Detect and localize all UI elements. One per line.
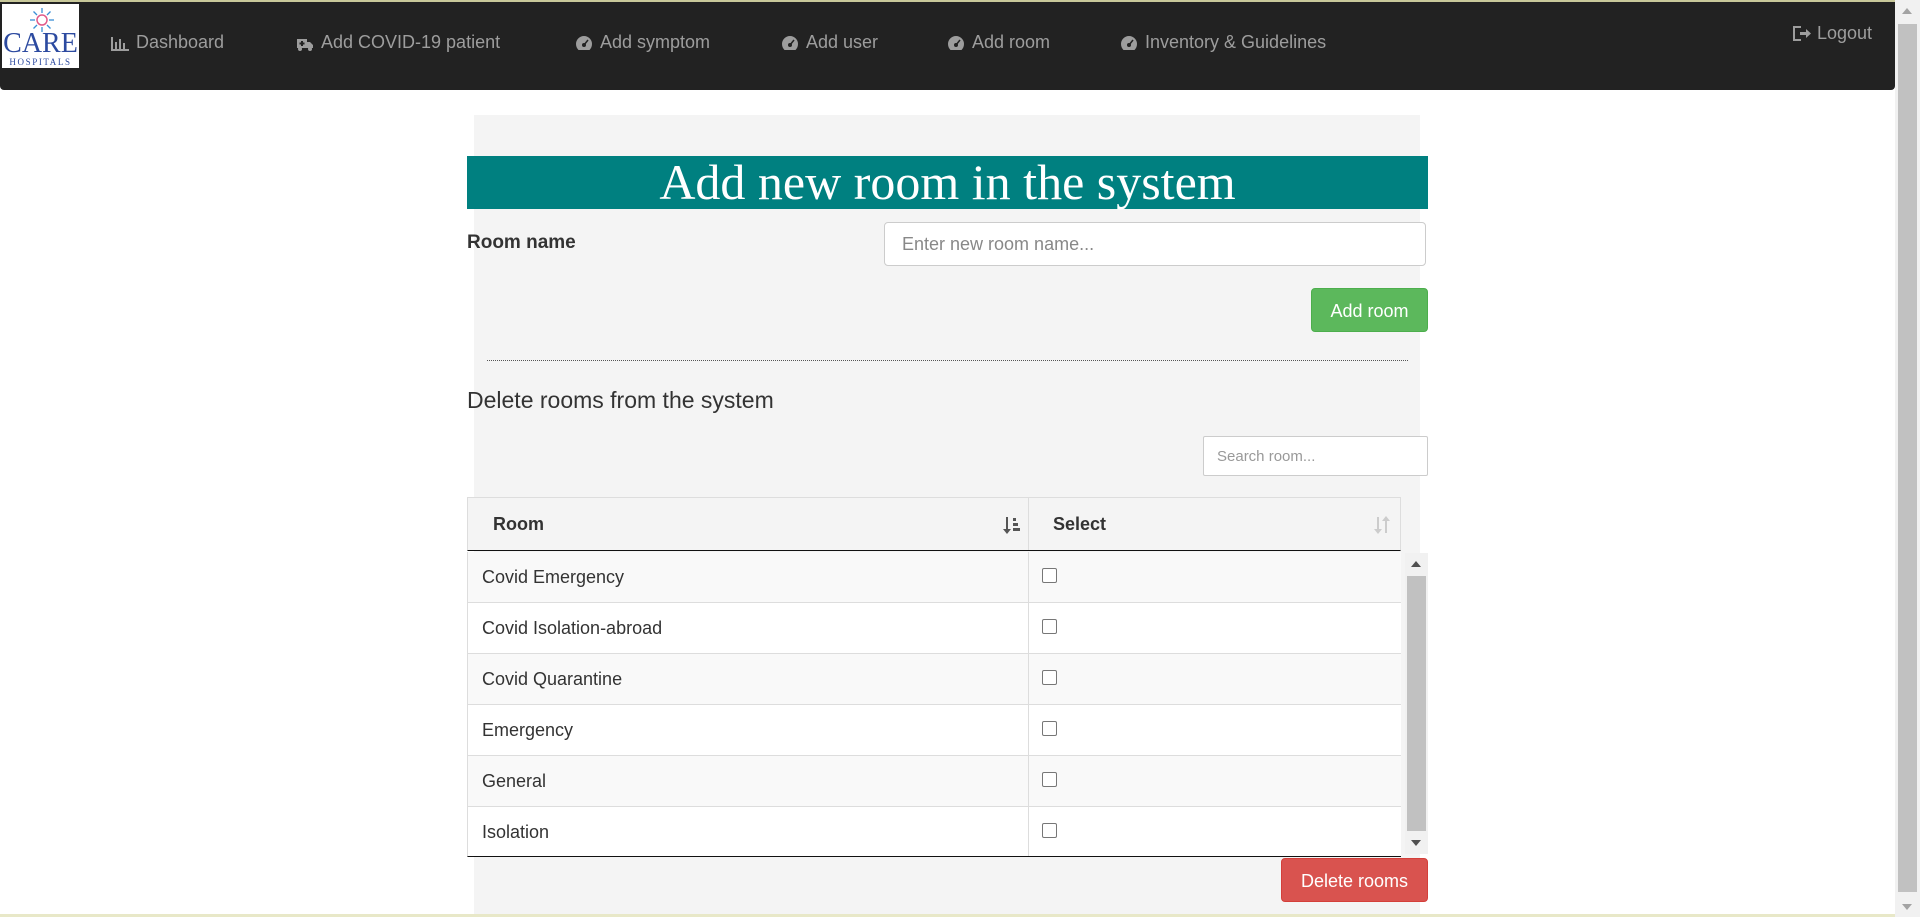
table-scrollbar[interactable] <box>1405 553 1428 854</box>
top-navbar: CARE HOSPITALS Dashboard Add COVID-19 pa… <box>0 0 1895 90</box>
nav-add-covid-patient[interactable]: Add COVID-19 patient <box>296 32 500 53</box>
scroll-down-arrow-icon[interactable] <box>1411 840 1421 846</box>
sort-ascending-icon[interactable] <box>1002 516 1022 534</box>
rooms-table-header: Room Select <box>467 497 1401 551</box>
nav-add-user-label: Add user <box>806 32 879 52</box>
nav-dashboard[interactable]: Dashboard <box>111 32 224 53</box>
rooms-table-body: Covid Emergency Covid Isolation-abroad C… <box>467 552 1401 857</box>
table-scrollbar-thumb[interactable] <box>1407 576 1426 831</box>
room-name-cell: Covid Emergency <box>482 567 625 587</box>
nav-add-symptom-label: Add symptom <box>600 32 711 52</box>
nav-inventory-guidelines[interactable]: Inventory & Guidelines <box>1120 32 1326 53</box>
bar-chart-icon <box>111 36 129 51</box>
column-separator <box>1028 498 1029 550</box>
page-title: Add new room in the system <box>467 156 1428 209</box>
column-separator <box>1028 603 1029 653</box>
table-row: Covid Isolation-abroad <box>468 603 1401 654</box>
column-header-room[interactable]: Room <box>493 498 544 550</box>
scroll-up-arrow-icon[interactable] <box>1411 561 1421 567</box>
column-separator <box>1028 552 1029 602</box>
dashboard-gauge-icon <box>1121 35 1137 50</box>
section-divider <box>487 360 1408 361</box>
dashboard-gauge-icon <box>782 35 798 50</box>
search-room-input[interactable] <box>1203 436 1428 476</box>
nav-add-covid-patient-label: Add COVID-19 patient <box>321 32 501 52</box>
logout-link[interactable]: Logout <box>1792 23 1872 44</box>
page-scroll-down-icon[interactable] <box>1902 904 1912 910</box>
select-room-checkbox[interactable] <box>1042 670 1057 685</box>
table-row: General <box>468 756 1401 807</box>
page-scrollbar-thumb[interactable] <box>1898 24 1917 892</box>
column-separator <box>1028 654 1029 704</box>
logout-icon <box>1793 26 1811 41</box>
page-scrollbar[interactable] <box>1895 0 1920 917</box>
select-room-checkbox[interactable] <box>1042 772 1057 787</box>
room-name-cell: General <box>482 771 547 791</box>
dashboard-gauge-icon <box>948 35 964 50</box>
column-header-select[interactable]: Select <box>1053 498 1106 550</box>
table-row: Emergency <box>468 705 1401 756</box>
nav-add-symptom[interactable]: Add symptom <box>575 32 710 53</box>
ambulance-icon <box>297 38 313 51</box>
room-name-cell: Covid Isolation-abroad <box>482 618 663 638</box>
nav-dashboard-label: Dashboard <box>136 32 225 52</box>
dashboard-gauge-icon <box>576 35 592 50</box>
table-row: Isolation <box>468 807 1401 856</box>
logout-label: Logout <box>1817 23 1873 43</box>
sort-both-icon[interactable] <box>1372 516 1392 534</box>
room-name-label: Room name <box>467 232 576 253</box>
select-room-checkbox[interactable] <box>1042 568 1057 583</box>
table-row: Covid Quarantine <box>468 654 1401 705</box>
column-separator <box>1028 756 1029 806</box>
room-name-cell: Isolation <box>482 822 550 842</box>
nav-add-room[interactable]: Add room <box>947 32 1050 53</box>
column-separator <box>1028 807 1029 856</box>
room-name-cell: Emergency <box>482 720 574 740</box>
column-separator <box>1028 705 1029 755</box>
room-name-cell: Covid Quarantine <box>482 669 623 689</box>
select-room-checkbox[interactable] <box>1042 721 1057 736</box>
select-room-checkbox[interactable] <box>1042 823 1057 838</box>
logo-brand-name: CARE <box>3 28 78 59</box>
nav-inventory-guidelines-label: Inventory & Guidelines <box>1145 32 1327 52</box>
select-room-checkbox[interactable] <box>1042 619 1057 634</box>
logo-brand-sub: HOSPITALS <box>9 57 72 67</box>
nav-add-room-label: Add room <box>972 32 1051 52</box>
table-row: Covid Emergency <box>468 552 1401 603</box>
room-name-input[interactable] <box>884 222 1426 266</box>
nav-add-user[interactable]: Add user <box>781 32 878 53</box>
add-room-button[interactable]: Add room <box>1311 288 1428 332</box>
delete-rooms-heading: Delete rooms from the system <box>467 387 774 413</box>
page-scroll-up-icon[interactable] <box>1902 8 1912 14</box>
delete-rooms-button[interactable]: Delete rooms <box>1281 858 1428 902</box>
hospital-logo[interactable]: CARE HOSPITALS <box>2 4 79 68</box>
